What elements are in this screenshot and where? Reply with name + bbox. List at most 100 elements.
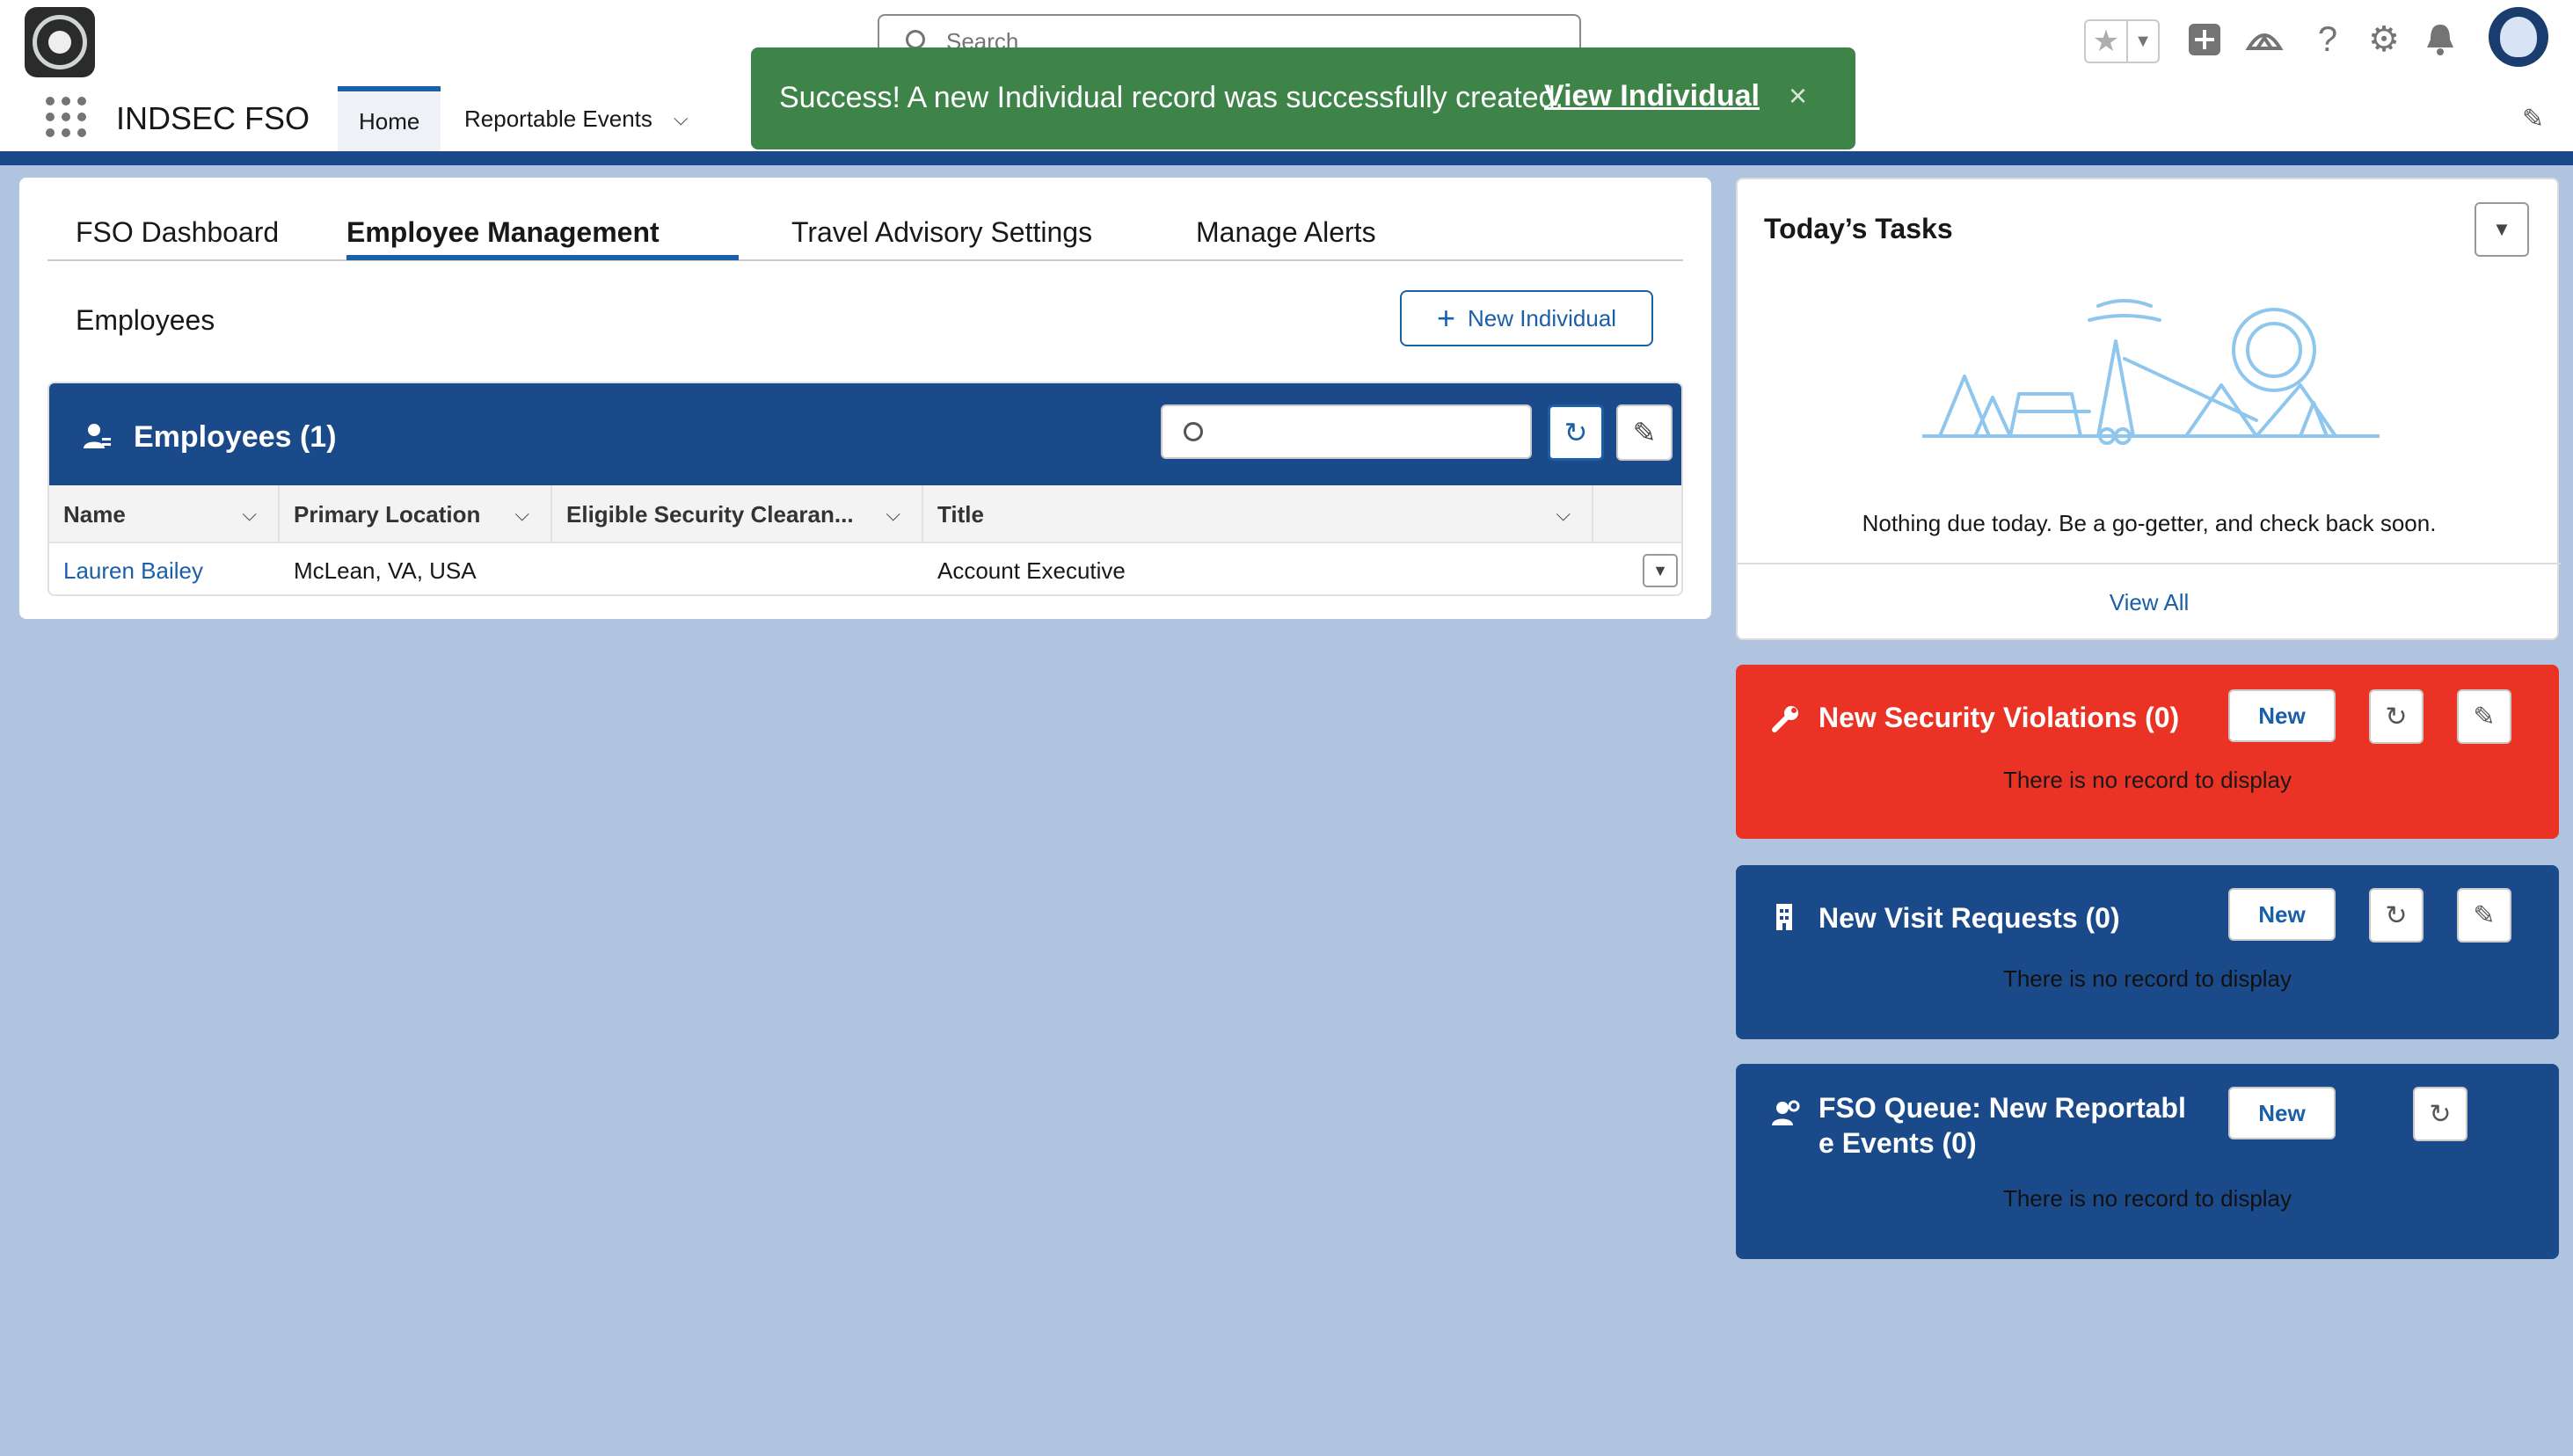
card-title: FSO Queue: New Reportabl e Events (0): [1819, 1090, 2186, 1161]
nav-tab-home[interactable]: Home: [338, 86, 441, 151]
refresh-button[interactable]: ↻: [2369, 689, 2424, 744]
trailhead-icon[interactable]: [2244, 19, 2285, 60]
column-label: Title: [937, 500, 984, 528]
refresh-icon: ↻: [2385, 900, 2408, 930]
tasks-menu-button[interactable]: ▼: [2475, 202, 2529, 257]
fso-queue-card: FSO Queue: New Reportabl e Events (0) Ne…: [1736, 1064, 2559, 1259]
column-label: Primary Location: [294, 500, 481, 528]
divider: [1738, 563, 2561, 564]
favorites-button[interactable]: ★ ▼: [2084, 19, 2160, 63]
list-search-input[interactable]: [1161, 404, 1532, 459]
chevron-down-icon[interactable]: ⌵: [242, 503, 257, 526]
pencil-icon: ✎: [2473, 702, 2496, 732]
setup-gear-icon[interactable]: ⚙: [2364, 19, 2404, 60]
chevron-down-icon: ▼: [1652, 561, 1668, 579]
app-launcher-icon[interactable]: [46, 97, 86, 137]
chevron-down-icon[interactable]: ⌵: [514, 503, 529, 526]
column-header-eligible-security-clearance[interactable]: Eligible Security Clearan... ⌵: [552, 485, 923, 543]
column-header-actions: [1593, 485, 1681, 543]
header-band: [0, 151, 2573, 165]
user-avatar[interactable]: [2489, 7, 2548, 67]
todays-tasks-card: Today’s Tasks ▼ Nothing due today. Be a …: [1736, 178, 2561, 640]
chevron-down-icon[interactable]: ⌵: [1556, 503, 1571, 526]
chevron-down-icon: ▼: [2492, 218, 2511, 240]
refresh-icon: ↻: [2429, 1099, 2452, 1129]
pencil-icon: ✎: [2473, 900, 2496, 930]
queue-icon: [1771, 1099, 1801, 1136]
employee-location: McLean, VA, USA: [294, 557, 477, 584]
tab-fso-dashboard[interactable]: FSO Dashboard: [76, 204, 279, 260]
org-logo: [25, 7, 95, 77]
new-individual-button[interactable]: + New Individual: [1400, 290, 1653, 346]
main-tabset-card: FSO Dashboard Employee Management Travel…: [19, 178, 1711, 619]
search-icon: [1184, 422, 1203, 441]
list-header: Employees (1) ↻ ✎: [49, 383, 1681, 485]
empty-message: There is no record to display: [2002, 767, 2292, 793]
refresh-button[interactable]: ↻: [1548, 404, 1604, 461]
tab-employee-management[interactable]: Employee Management: [346, 204, 660, 260]
tasks-empty-message: Nothing due today. Be a go-getter, and c…: [1862, 510, 2437, 536]
column-header-name[interactable]: Name ⌵: [49, 485, 280, 543]
plus-icon: +: [1436, 300, 1455, 336]
empty-state-illustration: [1922, 299, 2380, 445]
star-icon[interactable]: ★: [2086, 21, 2128, 62]
employees-icon: [83, 422, 113, 459]
column-label: Name: [63, 500, 126, 528]
card-title-line: e Events (0): [1819, 1127, 1977, 1159]
view-individual-link[interactable]: View Individual: [1544, 79, 1760, 113]
building-icon: [1771, 902, 1797, 939]
card-title: New Security Violations (0): [1819, 702, 2180, 733]
card-title: New Visit Requests (0): [1819, 902, 2120, 934]
edit-button[interactable]: ✎: [2457, 689, 2511, 744]
chevron-down-icon[interactable]: ⌵: [674, 107, 689, 130]
refresh-icon: ↻: [1563, 417, 1588, 448]
visit-requests-card: New Visit Requests (0) New ↻ ✎ There is …: [1736, 865, 2559, 1039]
tab-travel-advisory-settings[interactable]: Travel Advisory Settings: [791, 204, 1092, 260]
edit-button[interactable]: ✎: [1616, 404, 1673, 461]
row-actions-menu[interactable]: ▼: [1643, 554, 1678, 587]
app-name: INDSEC FSO: [116, 100, 310, 136]
nav-tab-reportable-events[interactable]: Reportable Events ⌵: [443, 86, 710, 151]
new-visit-request-button[interactable]: New: [2228, 888, 2336, 941]
table-header: Name ⌵ Primary Location ⌵ Eligible Secur…: [49, 485, 1681, 543]
table-row: Lauren Bailey McLean, VA, USA Account Ex…: [49, 543, 1681, 594]
toast-message: Success! A new Individual record was suc…: [779, 81, 1563, 114]
column-header-primary-location[interactable]: Primary Location ⌵: [280, 485, 552, 543]
new-violation-button[interactable]: New: [2228, 689, 2336, 742]
nav-tab-label: Reportable Events: [464, 105, 652, 132]
wrench-icon: [1771, 703, 1801, 740]
edit-nav-pencil-icon[interactable]: ✎: [2522, 104, 2544, 135]
refresh-button[interactable]: ↻: [2413, 1087, 2467, 1141]
employee-title: Account Executive: [937, 557, 1126, 584]
view-all-link[interactable]: View All: [1738, 589, 2561, 616]
column-label: Eligible Security Clearan...: [566, 500, 854, 528]
empty-message: There is no record to display: [2002, 965, 2292, 992]
nav-tab-label: Home: [359, 107, 420, 135]
tasks-title: Today’s Tasks: [1764, 213, 1953, 244]
section-heading: Employees: [76, 304, 215, 336]
chevron-down-icon[interactable]: ⌵: [886, 503, 900, 526]
list-title: Employees (1): [134, 420, 337, 454]
help-icon[interactable]: ?: [2307, 19, 2348, 60]
card-title-line: FSO Queue: New Reportabl: [1819, 1092, 2186, 1124]
active-tab-indicator: [346, 255, 739, 260]
success-toast: Success! A new Individual record was suc…: [751, 47, 1855, 149]
security-violations-card: New Security Violations (0) New ↻ ✎ Ther…: [1736, 665, 2559, 839]
tab-manage-alerts[interactable]: Manage Alerts: [1196, 204, 1376, 260]
search-icon: [906, 30, 925, 49]
close-icon[interactable]: ×: [1789, 77, 1807, 114]
refresh-icon: ↻: [2385, 702, 2408, 732]
notifications-bell-icon[interactable]: [2420, 19, 2460, 60]
global-actions-icon[interactable]: [2184, 19, 2225, 60]
empty-message: There is no record to display: [2002, 1185, 2292, 1212]
button-label: New Individual: [1467, 304, 1617, 331]
refresh-button[interactable]: ↻: [2369, 888, 2424, 943]
chevron-down-icon[interactable]: ▼: [2128, 21, 2158, 62]
employees-list-view: Employees (1) ↻ ✎ Name ⌵ Primary Locatio…: [47, 382, 1683, 596]
new-reportable-event-button[interactable]: New: [2228, 1087, 2336, 1139]
tab-divider: [47, 259, 1683, 261]
pencil-icon: ✎: [1632, 417, 1657, 448]
column-header-title[interactable]: Title ⌵: [923, 485, 1593, 543]
employee-name-link[interactable]: Lauren Bailey: [49, 543, 203, 594]
edit-button[interactable]: ✎: [2457, 888, 2511, 943]
